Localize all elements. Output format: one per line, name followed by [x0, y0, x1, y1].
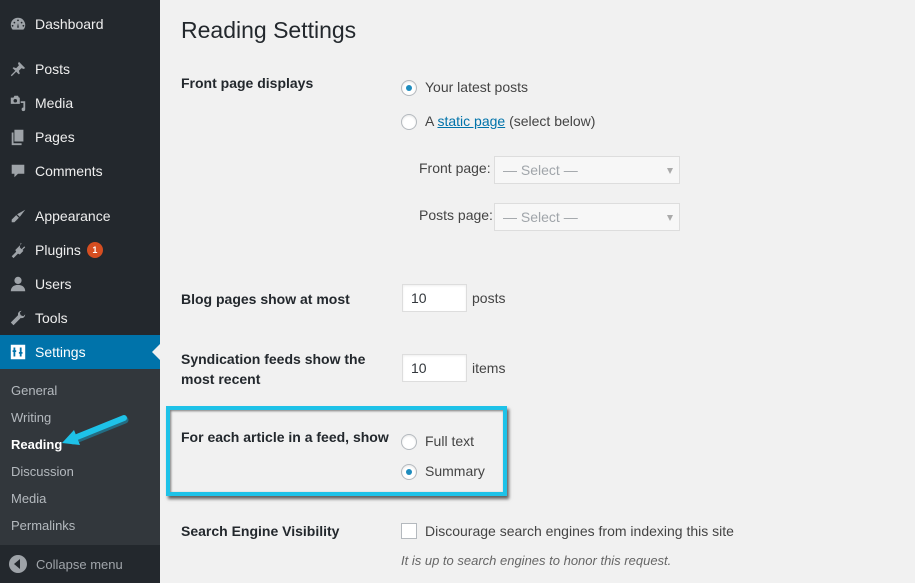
admin-sidebar: Dashboard Posts Media Pages Comments App…	[0, 0, 160, 583]
sidebar-item-label: Appearance	[35, 208, 111, 224]
active-menu-pointer	[152, 344, 160, 360]
submenu-item-reading[interactable]: Reading	[11, 437, 62, 452]
user-icon	[8, 274, 28, 294]
plug-icon	[8, 240, 28, 260]
static-page-link[interactable]: static page	[437, 113, 505, 129]
sidebar-item-label: Settings	[35, 344, 86, 360]
sidebar-item-posts[interactable]: Posts	[0, 52, 160, 86]
settings-sliders-icon	[8, 342, 28, 362]
syndication-label-line2: most recent	[181, 371, 261, 387]
dropdown-caret-icon	[667, 168, 673, 174]
static-page-suffix: (select below)	[509, 113, 596, 129]
sidebar-item-plugins[interactable]: Plugins 1	[0, 233, 160, 267]
posts-page-select[interactable]: — Select —	[494, 203, 680, 231]
sidebar-item-pages[interactable]: Pages	[0, 120, 160, 154]
submenu-item-general[interactable]: General	[11, 383, 57, 398]
blog-pages-input[interactable]: 10	[402, 284, 467, 312]
collapse-menu-label: Collapse menu	[36, 556, 123, 572]
static-page-prefix: A	[425, 113, 434, 129]
radio-latest-posts[interactable]	[401, 80, 417, 96]
posts-page-select-value: — Select —	[503, 209, 578, 225]
collapse-arrow-icon	[9, 555, 27, 573]
sidebar-item-label: Pages	[35, 129, 75, 145]
blog-pages-unit: posts	[472, 290, 506, 306]
sidebar-item-users[interactable]: Users	[0, 267, 160, 301]
sidebar-item-label: Plugins	[35, 242, 81, 258]
sidebar-item-label: Posts	[35, 61, 71, 77]
sidebar-item-label: Users	[35, 276, 72, 292]
radio-static-page[interactable]	[401, 114, 417, 130]
media-icon	[8, 93, 28, 113]
discourage-search-label: Discourage search engines from indexing …	[425, 523, 734, 539]
dashboard-icon	[8, 14, 28, 34]
sidebar-item-tools[interactable]: Tools	[0, 301, 160, 335]
sidebar-item-settings[interactable]: Settings	[0, 335, 160, 369]
pages-icon	[8, 127, 28, 147]
dropdown-caret-icon	[667, 215, 673, 221]
annotation-arrow	[62, 415, 129, 445]
radio-summary-label: Summary	[425, 463, 485, 479]
page-title: Reading Settings	[181, 17, 357, 43]
front-page-select-value: — Select —	[503, 162, 578, 178]
submenu-item-media[interactable]: Media	[11, 491, 46, 506]
collapse-menu-button[interactable]: Collapse menu	[0, 545, 160, 583]
radio-latest-posts-label: Your latest posts	[425, 79, 528, 95]
sidebar-item-label: Media	[35, 95, 74, 111]
settings-submenu: General Writing Reading Discussion Media…	[0, 369, 160, 545]
discourage-search-checkbox[interactable]	[401, 523, 417, 539]
radio-full-text[interactable]	[401, 434, 417, 450]
submenu-item-discussion[interactable]: Discussion	[11, 464, 74, 479]
syndication-label-line1: Syndication feeds show the	[181, 351, 366, 367]
plugins-update-badge: 1	[86, 242, 103, 258]
sidebar-item-label: Tools	[35, 310, 68, 326]
paintbrush-icon	[8, 206, 28, 226]
sidebar-item-label: Dashboard	[35, 16, 104, 32]
sidebar-item-comments[interactable]: Comments	[0, 154, 160, 188]
search-visibility-description: It is up to search engines to honor this…	[401, 553, 672, 568]
sidebar-item-label: Comments	[35, 163, 103, 179]
blog-pages-label: Blog pages show at most	[181, 291, 350, 307]
annotation-highlight-box	[166, 406, 507, 496]
submenu-item-permalinks[interactable]: Permalinks	[11, 518, 75, 533]
syndication-input[interactable]: 10	[402, 354, 467, 382]
search-visibility-label: Search Engine Visibility	[181, 523, 340, 539]
front-page-select-label: Front page:	[419, 160, 491, 176]
feed-article-label: For each article in a feed, show	[181, 429, 389, 445]
posts-page-select-label: Posts page:	[419, 207, 493, 223]
sidebar-item-dashboard[interactable]: Dashboard	[0, 7, 160, 41]
submenu-item-writing[interactable]: Writing	[11, 410, 51, 425]
front-page-select[interactable]: — Select —	[494, 156, 680, 184]
front-page-displays-label: Front page displays	[181, 75, 314, 91]
radio-summary[interactable]	[401, 464, 417, 480]
comment-icon	[8, 161, 28, 181]
sidebar-item-appearance[interactable]: Appearance	[0, 199, 160, 233]
wrench-icon	[8, 308, 28, 328]
sidebar-item-media[interactable]: Media	[0, 86, 160, 120]
syndication-unit: items	[472, 360, 506, 376]
radio-full-text-label: Full text	[425, 433, 475, 449]
radio-static-page-label: A static page (select below)	[425, 113, 595, 129]
pin-icon	[8, 59, 28, 79]
